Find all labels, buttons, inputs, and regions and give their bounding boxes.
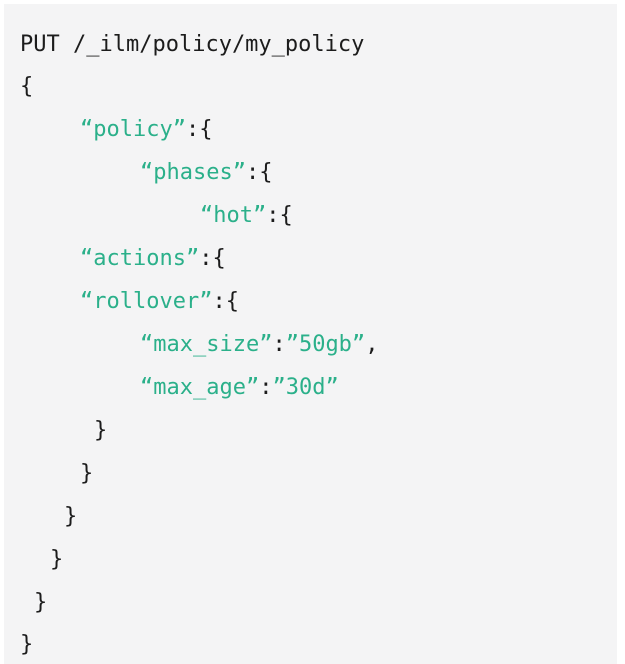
max-size-value: ”50gb” [285, 332, 366, 357]
phases-line: “phases”:{ [140, 160, 273, 185]
rollover-line: “rollover”:{ [80, 289, 239, 314]
request-line: PUT /_ilm/policy/my_policy [20, 31, 364, 59]
close-brace-hot: } [64, 504, 78, 529]
close-brace-actions: } [80, 461, 94, 486]
policy-line: “policy”:{ [80, 117, 213, 142]
hot-key: “hot” [200, 203, 267, 228]
max-size-line: “max_size”:”50gb”, [140, 332, 379, 357]
http-method: PUT [20, 32, 60, 57]
max-age-key: “max_age” [140, 375, 260, 400]
hot-line: “hot”:{ [200, 203, 293, 228]
close-brace-policy: } [34, 590, 48, 615]
actions-key: “actions” [80, 246, 200, 271]
actions-line: “actions”:{ [80, 246, 226, 271]
phases-key: “phases” [140, 160, 246, 185]
request-path: /_ilm/policy/my_policy [73, 32, 365, 57]
open-brace-root: { [20, 74, 34, 99]
max-age-value: ”30d” [272, 375, 339, 400]
code-block: PUT /_ilm/policy/my_policy { “policy”:{ … [4, 4, 617, 664]
rollover-key: “rollover” [80, 289, 213, 314]
close-brace-root: } [20, 632, 34, 657]
close-brace-rollover: } [94, 418, 108, 443]
max-size-key: “max_size” [140, 332, 273, 357]
close-brace-phases: } [50, 547, 64, 572]
policy-key: “policy” [80, 117, 186, 142]
max-age-line: “max_age”:”30d” [140, 375, 339, 400]
